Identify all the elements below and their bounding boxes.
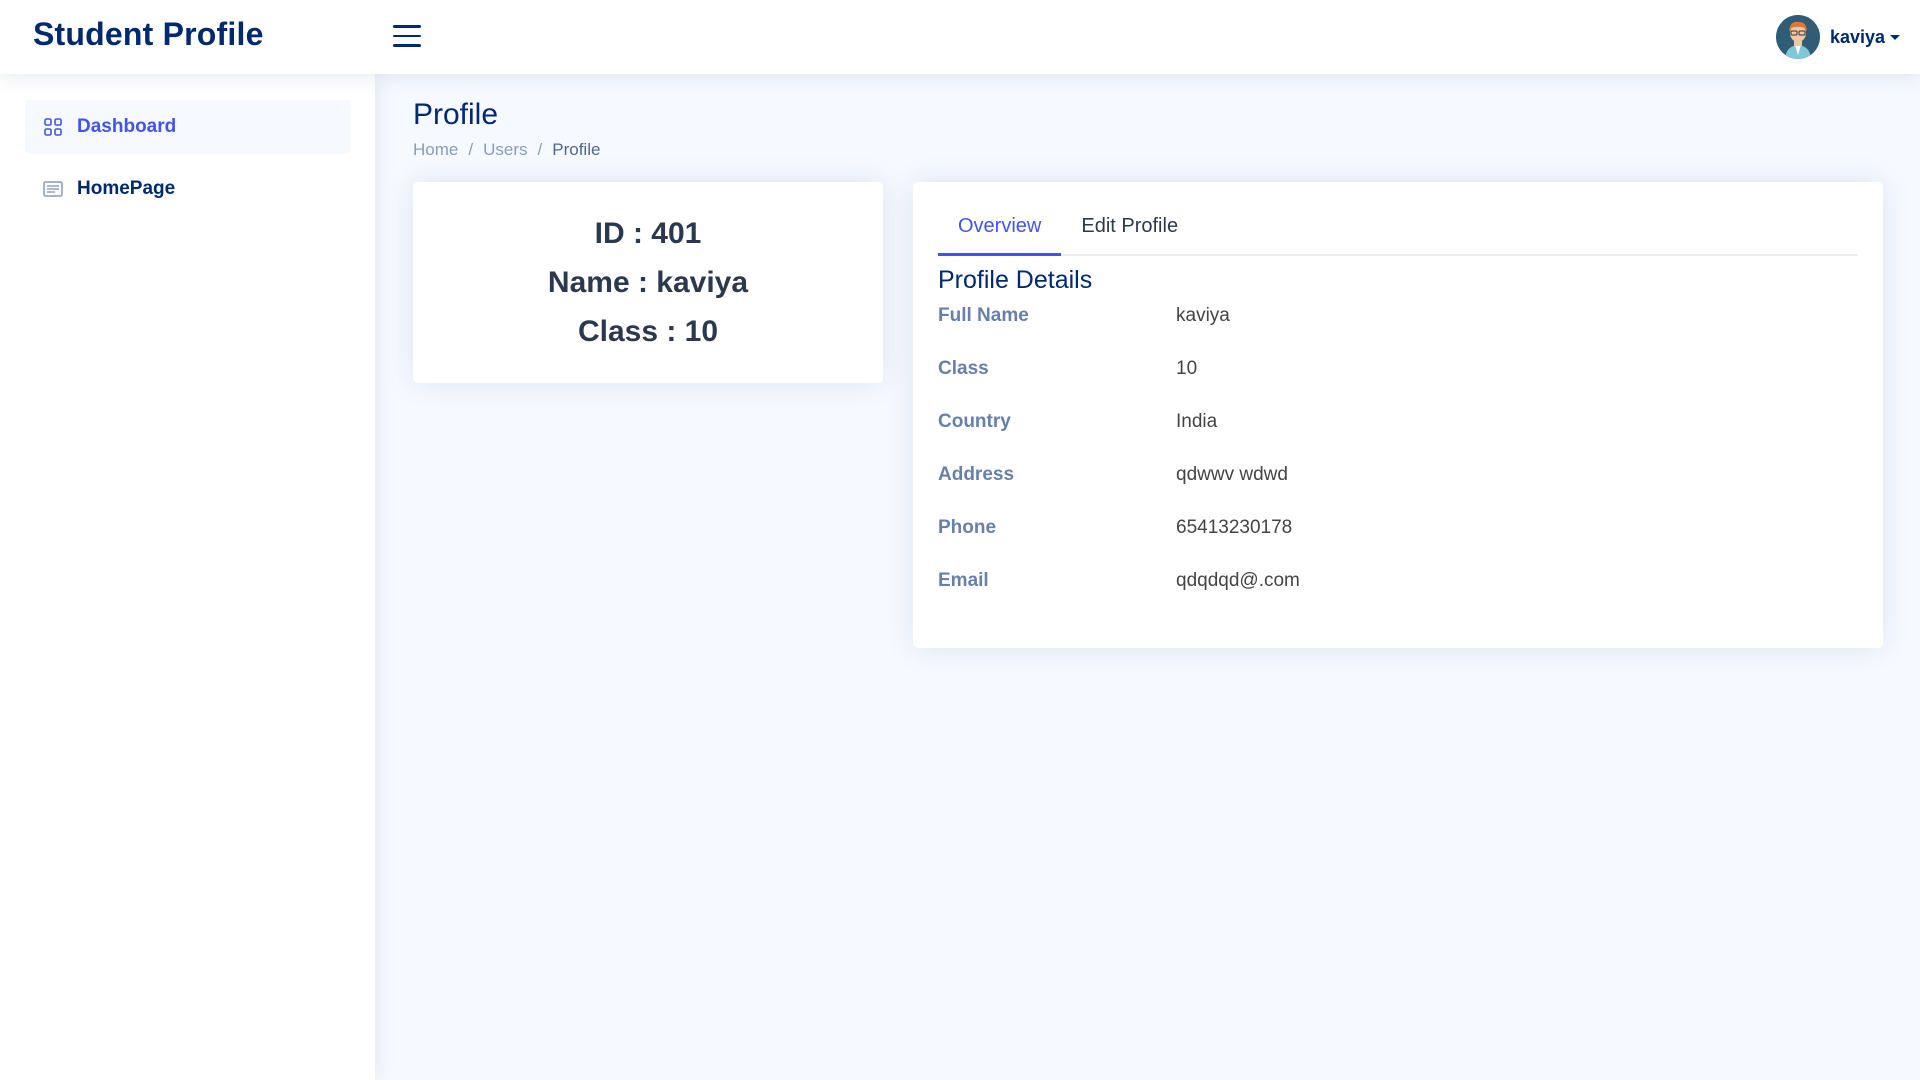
breadcrumb-separator: / [468, 140, 474, 159]
chevron-down-icon[interactable] [1890, 34, 1900, 40]
detail-value: qdqdqd@.com [1176, 570, 1300, 591]
app-logo[interactable]: Student Profile [33, 16, 264, 53]
header: Student Profile kaviya [0, 0, 1920, 74]
student-id: ID : 401 [594, 217, 702, 250]
user-name[interactable]: kaviya [1830, 27, 1885, 48]
detail-label: Email [938, 570, 989, 591]
breadcrumb: Home / Users / Profile [413, 140, 600, 160]
breadcrumb-users[interactable]: Users [483, 140, 527, 160]
student-name: Name : kaviya [547, 266, 749, 299]
sidebar-item-label: HomePage [77, 178, 176, 199]
page-title: Profile [413, 98, 499, 131]
detail-value: 10 [1176, 358, 1198, 379]
detail-row-full-name: Full Name kaviya [938, 301, 1858, 354]
detail-label: Full Name [938, 305, 1029, 326]
detail-label: Address [938, 464, 1015, 485]
detail-row-phone: Phone 65413230178 [938, 513, 1858, 566]
detail-row-address: Address qdwwv wdwd [938, 460, 1858, 513]
student-class: Class : 10 [577, 315, 719, 348]
detail-row-email: Email qdqdqd@.com [938, 566, 1858, 619]
user-menu[interactable]: kaviya [1775, 15, 1900, 59]
tab-bar: Overview Edit Profile [938, 208, 1858, 256]
detail-value: India [1176, 411, 1218, 432]
sidebar-item-homepage[interactable]: HomePage [25, 162, 350, 216]
detail-row-class: Class 10 [938, 354, 1858, 407]
avatar[interactable] [1775, 15, 1820, 59]
sidebar-item-dashboard[interactable]: Dashboard [25, 100, 350, 154]
detail-label: Phone [938, 517, 997, 538]
tab-overview[interactable]: Overview [938, 208, 1062, 256]
profile-details-card: Overview Edit Profile Profile Details Fu… [913, 182, 1883, 648]
sidebar-item-label: Dashboard [77, 116, 177, 137]
sidebar: Dashboard HomePage [0, 74, 375, 1080]
page-title-section: Profile Home / Users / Profile [413, 98, 600, 160]
layout-text-icon [43, 179, 63, 199]
section-title: Profile Details [938, 266, 1093, 294]
profile-summary-card: ID : 401 Name : kaviya Class : 10 [413, 182, 883, 383]
grid-icon [43, 117, 63, 137]
tab-edit-profile[interactable]: Edit Profile [1061, 208, 1198, 256]
menu-toggle-icon[interactable] [393, 25, 421, 49]
detail-row-country: Country India [938, 407, 1858, 460]
detail-label: Country [938, 411, 1011, 432]
breadcrumb-home[interactable]: Home [413, 140, 458, 160]
breadcrumb-current: Profile [552, 140, 601, 159]
detail-value: qdwwv wdwd [1176, 464, 1288, 485]
detail-value: kaviya [1176, 305, 1230, 326]
breadcrumb-separator: / [537, 140, 543, 159]
detail-label: Class [938, 358, 989, 379]
detail-value: 65413230178 [1176, 517, 1293, 538]
